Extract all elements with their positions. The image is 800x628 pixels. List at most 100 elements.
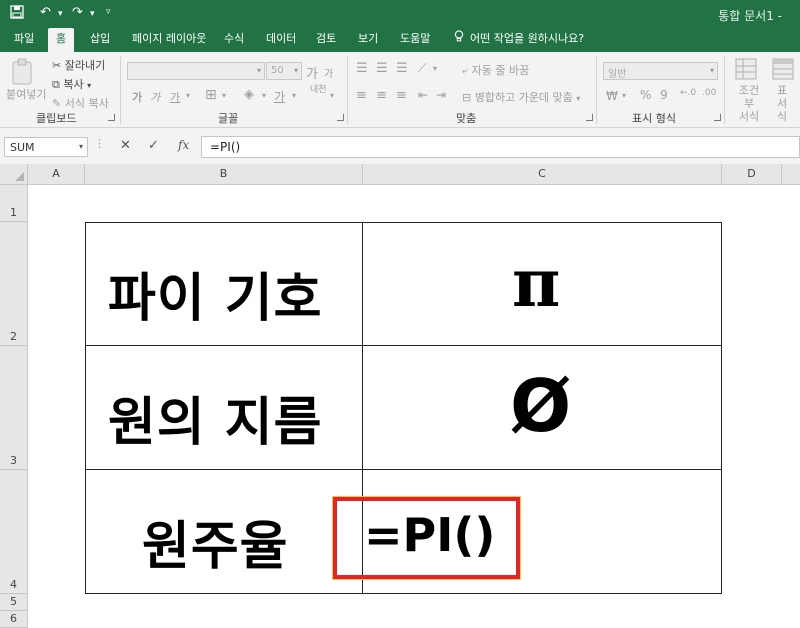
currency-icon[interactable]: ₩: [606, 89, 618, 103]
row-header-2[interactable]: 2: [0, 222, 28, 346]
tab-review[interactable]: 검토: [308, 28, 344, 52]
merge-center-button[interactable]: ⊟ 병합하고 가운데 맞춤 ▾: [462, 89, 580, 105]
row-header-3[interactable]: 3: [0, 346, 28, 470]
format-as-table-button[interactable]: 표 서식: [772, 84, 792, 123]
pi-symbol-value: π: [512, 244, 561, 322]
name-box[interactable]: SUM ▾: [4, 137, 88, 157]
tell-me-search[interactable]: 어떤 작업을 원하시나요?: [446, 28, 592, 52]
underline-button[interactable]: 가: [170, 89, 180, 105]
number-launcher-icon[interactable]: [714, 114, 721, 121]
formula-text: =PI(): [210, 140, 241, 154]
ribbon-tabs: 파일 홈 삽입 페이지 레이아웃 수식 데이터 검토 보기 도움말 어떤 작업을…: [0, 28, 800, 52]
chevron-down-icon[interactable]: ▾: [262, 91, 266, 100]
chevron-down-icon[interactable]: ▾: [186, 91, 190, 100]
chevron-down-icon[interactable]: ▾: [330, 91, 334, 100]
align-middle-icon[interactable]: ☰: [376, 61, 388, 76]
font-name-select[interactable]: ▾: [127, 62, 265, 80]
align-left-icon[interactable]: ≡: [356, 88, 367, 103]
cut-label: 잘라내기: [64, 59, 106, 72]
undo-dropdown-icon[interactable]: ▾: [58, 9, 63, 19]
customize-quick-access-icon[interactable]: ▿: [106, 7, 111, 17]
redo-icon[interactable]: ↷: [72, 5, 83, 20]
increase-indent-icon[interactable]: ⇥: [436, 88, 446, 102]
chevron-down-icon[interactable]: ▾: [433, 64, 437, 73]
column-header-b[interactable]: B: [85, 164, 363, 185]
chevron-down-icon[interactable]: ▾: [222, 91, 226, 100]
group-divider: [724, 56, 725, 124]
chevron-down-icon[interactable]: ▾: [622, 91, 626, 100]
row-header-5[interactable]: 5: [0, 594, 28, 611]
clipboard-group-label: 클립보드: [36, 112, 77, 125]
clipboard-launcher-icon[interactable]: [108, 114, 115, 121]
tab-formulas[interactable]: 수식: [216, 28, 252, 52]
alignment-launcher-icon[interactable]: [586, 114, 593, 121]
chevron-down-icon[interactable]: ▾: [292, 91, 296, 100]
save-icon[interactable]: [10, 5, 24, 23]
tab-page-layout[interactable]: 페이지 레이아웃: [124, 28, 214, 52]
tab-insert[interactable]: 삽입: [82, 28, 118, 52]
column-header-e[interactable]: [782, 164, 800, 185]
bold-button[interactable]: 가: [132, 89, 142, 105]
column-header-c[interactable]: C: [363, 164, 722, 185]
align-bottom-icon[interactable]: ☰: [396, 61, 408, 76]
number-format-select[interactable]: 일반 ▾: [603, 62, 718, 80]
row-number: 3: [10, 454, 17, 467]
tab-view[interactable]: 보기: [350, 28, 386, 52]
paste-button[interactable]: 붙여넣기: [6, 86, 46, 102]
conditional-formatting-icon[interactable]: [735, 58, 759, 85]
format-as-table-icon[interactable]: [772, 58, 794, 85]
brush-icon: ✎: [52, 97, 62, 110]
font-launcher-icon[interactable]: [337, 114, 344, 121]
tell-me-label: 어떤 작업을 원하시나요?: [470, 32, 585, 45]
conditional-formatting-label-2: 서식: [738, 110, 760, 123]
select-all-button[interactable]: [0, 164, 28, 185]
comma-button[interactable]: 9: [660, 88, 668, 102]
diameter-value: Ø: [510, 364, 572, 448]
fill-color-icon[interactable]: ◈: [244, 87, 254, 102]
conditional-formatting-button[interactable]: 조건부 서식: [734, 84, 764, 123]
formula-bar: SUM ▾ ⋮ ✕ ✓ fx =PI(): [0, 128, 800, 164]
wrap-text-button[interactable]: ⤶ 자동 줄 바꿈: [462, 62, 529, 78]
redo-dropdown-icon[interactable]: ▾: [90, 9, 95, 19]
decrease-indent-icon[interactable]: ⇤: [418, 88, 428, 102]
chevron-down-icon: ▾: [78, 142, 83, 151]
shrink-font-button[interactable]: 가: [324, 65, 333, 80]
chevron-down-icon: ▾: [256, 66, 261, 75]
align-center-icon[interactable]: ≡: [376, 88, 387, 103]
orientation-icon[interactable]: ⟋: [418, 61, 426, 76]
format-painter-button[interactable]: ✎ 서식 복사: [52, 95, 109, 111]
cancel-icon[interactable]: ✕: [120, 138, 131, 153]
drag-handle-icon[interactable]: ⋮: [94, 137, 105, 150]
column-header-d[interactable]: D: [722, 164, 782, 185]
tab-data[interactable]: 데이터: [258, 28, 304, 52]
insert-function-button[interactable]: fx: [178, 138, 189, 152]
font-size-select[interactable]: 50 ▾: [266, 62, 302, 80]
paste-icon[interactable]: [10, 58, 36, 89]
group-divider: [120, 56, 121, 124]
formula-input[interactable]: =PI(): [201, 136, 800, 158]
align-top-icon[interactable]: ☰: [356, 61, 368, 76]
undo-icon[interactable]: ↶: [40, 5, 51, 20]
row-header-1[interactable]: 1: [0, 185, 28, 222]
percent-button[interactable]: %: [640, 88, 651, 102]
align-right-icon[interactable]: ≡: [396, 88, 407, 103]
copy-button[interactable]: ⧉ 복사 ▾: [52, 76, 91, 92]
row-header-6[interactable]: 6: [0, 611, 28, 628]
conditional-formatting-label-1: 조건부: [738, 84, 760, 110]
tab-home[interactable]: 홈: [48, 28, 75, 52]
row-header-4[interactable]: 4: [0, 470, 28, 594]
tab-file[interactable]: 파일: [6, 28, 42, 52]
cut-button[interactable]: ✂ 잘라내기: [52, 57, 105, 73]
decrease-decimal-icon[interactable]: .00: [702, 88, 716, 98]
enter-icon[interactable]: ✓: [148, 138, 159, 153]
grow-font-button[interactable]: 가: [306, 63, 318, 82]
font-color-button[interactable]: 가: [274, 88, 285, 105]
tab-help[interactable]: 도움말: [392, 28, 438, 52]
phonetic-button[interactable]: 내천: [310, 86, 327, 95]
increase-decimal-icon[interactable]: ←.0: [680, 88, 696, 98]
merge-center-label: 병합하고 가운데 맞춤: [474, 91, 573, 104]
italic-button[interactable]: 가: [150, 89, 160, 105]
column-header-a[interactable]: A: [28, 164, 85, 185]
borders-icon[interactable]: ⊞: [205, 87, 217, 103]
scissors-icon: ✂: [52, 59, 62, 72]
